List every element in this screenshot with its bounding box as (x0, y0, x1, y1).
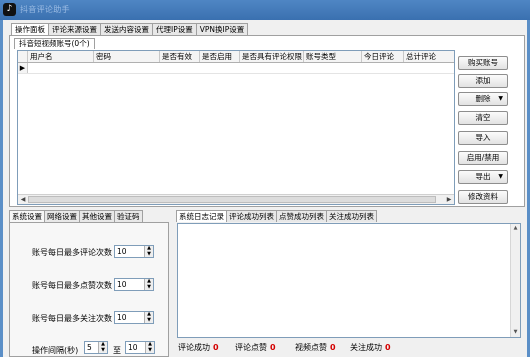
interval-from-stepper[interactable]: 5 ▲ ▼ (84, 341, 108, 354)
import-button[interactable]: 导入 (458, 131, 508, 145)
max-comments-value: 10 (117, 247, 127, 256)
spin-arrows-icon[interactable]: ▲ ▼ (98, 341, 107, 353)
stat-like-value: 0 (270, 343, 276, 352)
scroll-thumb[interactable] (28, 196, 436, 203)
tab-system-log[interactable]: 系统日志记录 (176, 210, 227, 222)
enable-disable-label: 启用/禁用 (466, 153, 500, 162)
interval-from-value: 5 (87, 343, 92, 352)
tab-follow-success[interactable]: 关注成功列表 (326, 210, 377, 222)
title-bar: ♪ 抖音评论助手 (0, 0, 530, 20)
clear-button[interactable]: 清空 (458, 111, 508, 125)
stat-comment-success: 评论成功 0 (178, 342, 219, 353)
row-indicator-icon: ▶ (18, 63, 28, 73)
interval-to-stepper[interactable]: 10 ▲ ▼ (125, 341, 155, 354)
tab-comment-source[interactable]: 评论来源设置 (48, 23, 101, 35)
max-follows-label: 账号每日最多关注次数 (32, 314, 112, 323)
tab-system-settings[interactable]: 系统设置 (9, 210, 45, 222)
scroll-down-icon[interactable]: ▼ (511, 328, 520, 337)
delete-label: 删除 (475, 94, 491, 103)
tab-comment-success[interactable]: 评论成功列表 (226, 210, 277, 222)
max-follows-stepper[interactable]: 10 ▲ ▼ (114, 311, 154, 324)
export-label: 导出 (475, 172, 491, 181)
spin-arrows-icon[interactable]: ▲ ▼ (144, 311, 153, 323)
header-corner (18, 51, 28, 62)
add-label: 添加 (475, 76, 491, 85)
tab-other-settings[interactable]: 其他设置 (79, 210, 115, 222)
column-total-comments[interactable]: 总计评论 (404, 51, 446, 62)
interval-to-value: 10 (128, 343, 138, 352)
tiktok-icon: ♪ (3, 3, 16, 16)
add-button[interactable]: 添加 (458, 74, 508, 88)
max-likes-stepper[interactable]: 10 ▲ ▼ (114, 278, 154, 291)
tab-vpn-ip[interactable]: VPN换IP设置 (195, 23, 249, 35)
table-header: 用户名 密码 是否有效 是否启用 是否具有评论权限 账号类型 今日评论 总计评论 (18, 51, 454, 63)
stat-follow-value: 0 (385, 343, 391, 352)
max-comments-label: 账号每日最多评论次数 (32, 248, 112, 257)
tab-network-settings[interactable]: 网络设置 (44, 210, 80, 222)
table-row[interactable]: ▶ (18, 63, 454, 74)
window-title: 抖音评论助手 (20, 5, 70, 14)
scroll-up-icon[interactable]: ▲ (511, 224, 520, 233)
max-likes-value: 10 (117, 280, 127, 289)
tab-douyin-accounts[interactable]: 抖音短视频账号(0个) (14, 38, 95, 49)
tab-captcha[interactable]: 验证码 (114, 210, 143, 222)
max-comments-stepper[interactable]: 10 ▲ ▼ (114, 245, 154, 258)
enable-disable-button[interactable]: 启用/禁用 (458, 151, 508, 165)
tab-like-success[interactable]: 点赞成功列表 (276, 210, 327, 222)
column-valid[interactable]: 是否有效 (160, 51, 200, 62)
tab-send-content[interactable]: 发送内容设置 (100, 23, 153, 35)
column-today-comments[interactable]: 今日评论 (362, 51, 404, 62)
settings-tabs: 系统设置 网络设置 其他设置 验证码 (9, 210, 169, 222)
log-panel: 系统日志记录 评论成功列表 点赞成功列表 关注成功列表 ▲ ▼ 评论成功 0 评论… (176, 210, 525, 357)
buy-account-label: 购买账号 (468, 58, 498, 67)
account-panel: 抖音短视频账号(0个) 用户名 密码 是否有效 是否启用 是否具有评论权限 账号… (9, 35, 525, 207)
main-tabs: 操作面板 评论来源设置 发送内容设置 代理IP设置 VPN换IP设置 (11, 23, 249, 36)
dropdown-arrow-icon: ▼ (498, 95, 503, 102)
stats-bar: 评论成功 0 评论点赞 0 视频点赞 0 关注成功 0 (178, 342, 523, 354)
modify-info-label: 修改资料 (468, 192, 498, 201)
stat-comment-label: 评论成功 (178, 343, 210, 352)
dropdown-arrow-icon: ▼ (498, 173, 503, 180)
tab-proxy-ip[interactable]: 代理IP设置 (152, 23, 197, 35)
stat-follow-success: 关注成功 0 (350, 342, 391, 353)
main-window: 操作面板 评论来源设置 发送内容设置 代理IP设置 VPN换IP设置 抖音短视频… (0, 20, 530, 357)
buy-account-button[interactable]: 购买账号 (458, 56, 508, 70)
max-follows-value: 10 (117, 313, 127, 322)
column-comment-permission[interactable]: 是否具有评论权限 (240, 51, 304, 62)
column-username[interactable]: 用户名 (28, 51, 94, 62)
scroll-right-icon[interactable]: ▶ (444, 195, 454, 204)
system-log-textarea[interactable]: ▲ ▼ (177, 223, 521, 338)
settings-body: 账号每日最多评论次数 10 ▲ ▼ 账号每日最多点赞次数 10 ▲ ▼ 账号每日最多… (9, 222, 169, 357)
stat-video-like-label: 视频点赞 (295, 343, 327, 352)
stat-comment-value: 0 (213, 343, 219, 352)
clear-label: 清空 (475, 113, 491, 122)
column-enabled[interactable]: 是否启用 (200, 51, 240, 62)
modify-info-button[interactable]: 修改资料 (458, 190, 508, 204)
spin-arrows-icon[interactable]: ▲ ▼ (145, 341, 154, 353)
stat-video-like-value: 0 (330, 343, 336, 352)
stat-follow-label: 关注成功 (350, 343, 382, 352)
column-password[interactable]: 密码 (94, 51, 160, 62)
spin-arrows-icon[interactable]: ▲ ▼ (144, 278, 153, 290)
max-likes-label: 账号每日最多点赞次数 (32, 281, 112, 290)
interval-label: 操作间隔(秒) (32, 346, 79, 355)
account-table[interactable]: 用户名 密码 是否有效 是否启用 是否具有评论权限 账号类型 今日评论 总计评论… (17, 50, 455, 205)
import-label: 导入 (475, 133, 491, 142)
column-account-type[interactable]: 账号类型 (304, 51, 362, 62)
stat-like-label: 评论点赞 (235, 343, 267, 352)
delete-button[interactable]: 删除 ▼ (458, 92, 508, 106)
spin-arrows-icon[interactable]: ▲ ▼ (144, 245, 153, 257)
export-button[interactable]: 导出 ▼ (458, 170, 508, 184)
table-horizontal-scrollbar[interactable]: ◀ ▶ (18, 194, 454, 204)
log-vertical-scrollbar[interactable]: ▲ ▼ (510, 224, 520, 337)
stat-video-like: 视频点赞 0 (295, 342, 336, 353)
scroll-left-icon[interactable]: ◀ (18, 195, 28, 204)
interval-to-label: 至 (113, 346, 121, 355)
settings-panel: 系统设置 网络设置 其他设置 验证码 账号每日最多评论次数 10 ▲ ▼ 账号每日… (9, 210, 169, 357)
stat-comment-like: 评论点赞 0 (235, 342, 276, 353)
log-tabs: 系统日志记录 评论成功列表 点赞成功列表 关注成功列表 (176, 210, 525, 222)
